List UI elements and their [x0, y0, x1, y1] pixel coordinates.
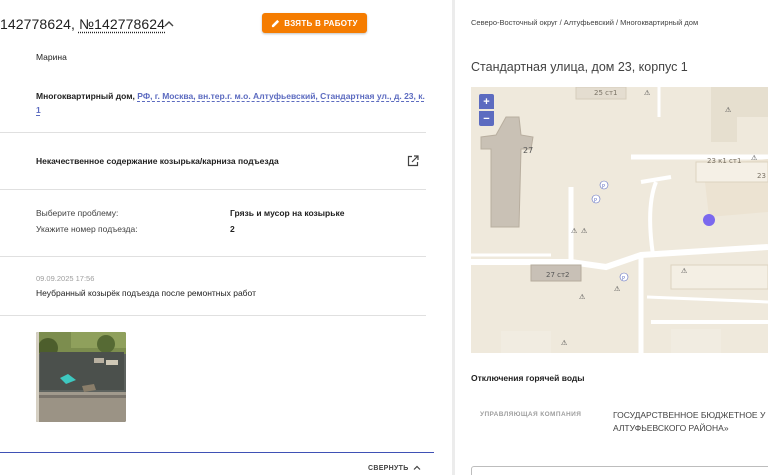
detail-value: Грязь и мусор на козырьке — [230, 208, 345, 218]
request-card: 142778624, №142778624 ВЗЯТЬ В РАБОТУ Мар… — [0, 0, 452, 475]
map-label: 23 — [757, 172, 766, 180]
author-name: Марина — [36, 52, 67, 62]
map-label: 23 к1 ст1 — [707, 157, 741, 165]
attached-photo[interactable] — [36, 332, 126, 422]
breadcrumb: Северо-Восточный округ / Алтуфьевский / … — [471, 18, 699, 27]
pencil-icon — [272, 19, 280, 27]
entrance-icon: ⚠ — [644, 89, 651, 97]
request-title: 142778624, №142778624 — [0, 16, 165, 32]
problem-category: Некачественное содержание козырька/карни… — [36, 156, 279, 166]
map[interactable]: 25 ст1 27 23 к1 ст1 23 27 ст2 P P P ⚠ ⚠ … — [471, 87, 768, 353]
active-divider — [0, 452, 434, 453]
open-external-icon[interactable] — [407, 155, 419, 167]
object-title: Стандартная улица, дом 23, корпус 1 — [471, 60, 688, 74]
divider — [0, 256, 426, 257]
parking-label: P — [594, 198, 597, 204]
request-number: №142778624 — [78, 16, 166, 32]
map-label: 25 ст1 — [594, 89, 618, 97]
management-company-value: ГОСУДАРСТВЕННОЕ БЮДЖЕТНОЕ У АЛТУФЬЕВСКОГ… — [613, 410, 766, 433]
take-to-work-button[interactable]: ВЗЯТЬ В РАБОТУ — [262, 13, 367, 33]
entrance-icon: ⚠ — [571, 227, 578, 235]
collapse-button[interactable]: СВЕРНУТЬ — [368, 464, 421, 472]
collapse-label: СВЕРНУТЬ — [368, 464, 409, 472]
map-label: 27 — [523, 146, 533, 155]
chevron-up-icon[interactable] — [162, 17, 176, 31]
divider — [0, 315, 426, 316]
map-zoom-out-button[interactable]: − — [479, 111, 494, 126]
bottom-input-field[interactable] — [471, 466, 768, 475]
parking-label: P — [622, 276, 625, 282]
map-zoom-in-button[interactable]: + — [479, 94, 494, 109]
detail-label: Выберите проблему: — [36, 208, 119, 218]
divider — [0, 189, 426, 190]
chevron-up-icon — [413, 465, 421, 470]
entrance-icon: ⚠ — [581, 227, 588, 235]
entrance-icon: ⚠ — [725, 106, 732, 114]
request-id: 142778624, — [0, 16, 79, 32]
detail-value: 2 — [230, 224, 235, 234]
take-to-work-label: ВЗЯТЬ В РАБОТУ — [284, 18, 358, 28]
parking-label: P — [602, 184, 605, 190]
hot-water-outage-title: Отключения горячей воды — [471, 373, 585, 383]
entrance-icon: ⚠ — [614, 285, 621, 293]
map-label: 27 ст2 — [546, 271, 570, 279]
map-canvas: 25 ст1 27 23 к1 ст1 23 27 ст2 P P P ⚠ ⚠ … — [471, 87, 768, 353]
comment-date: 09.09.2025 17:56 — [36, 274, 95, 283]
comment-text: Неубранный козырёк подъезда после ремонт… — [36, 288, 256, 298]
photo-image — [36, 332, 126, 422]
object-panel: Северо-Восточный округ / Алтуфьевский / … — [455, 0, 768, 475]
address-type: Многоквартирный дом — [36, 91, 133, 101]
request-address: Многоквартирный дом, РФ, г. Москва, вн.т… — [36, 89, 426, 117]
entrance-icon: ⚠ — [751, 154, 758, 162]
entrance-icon: ⚠ — [681, 267, 688, 275]
detail-label: Укажите номер подъезда: — [36, 224, 138, 234]
management-company-label: УПРАВЛЯЮЩАЯ КОМПАНИЯ — [480, 411, 582, 418]
entrance-icon: ⚠ — [579, 293, 586, 301]
divider — [0, 132, 426, 133]
entrance-icon: ⚠ — [561, 339, 568, 347]
